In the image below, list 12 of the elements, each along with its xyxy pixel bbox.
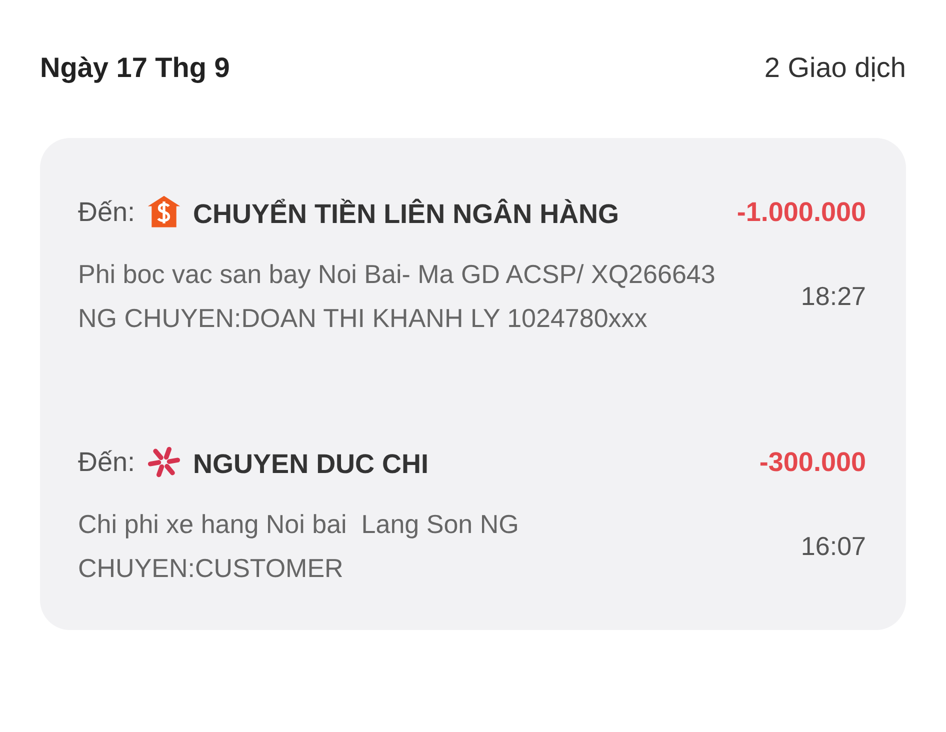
amount: -1.000.000 xyxy=(736,196,866,229)
date-heading: Ngày 17 Thg 9 xyxy=(40,52,230,84)
transaction-description: Chi phi xe hang Noi bai Lang Son NG CHUYEN:CUSTOMER xyxy=(78,508,520,585)
recipient-label: Đến: xyxy=(78,196,136,229)
recipient-name: CHUYỂN TIỀN LIÊN NGÂN HÀNG xyxy=(193,198,620,231)
recipient-name: NGUYEN DUC CHI xyxy=(193,448,429,481)
amount: -300.000 xyxy=(759,446,866,479)
transaction-time: 18:27 xyxy=(800,280,866,312)
transaction-time: 16:07 xyxy=(800,530,866,562)
transaction-count: 2 Giao dịch xyxy=(764,52,906,84)
recipient-label: Đến: xyxy=(78,446,136,479)
transaction-description: Phi boc vac san bay Noi Bai- Ma GD ACSP/ XQ266643 NG CHUYEN:DOAN THI KHANH LY 1024780xxx xyxy=(78,258,716,335)
